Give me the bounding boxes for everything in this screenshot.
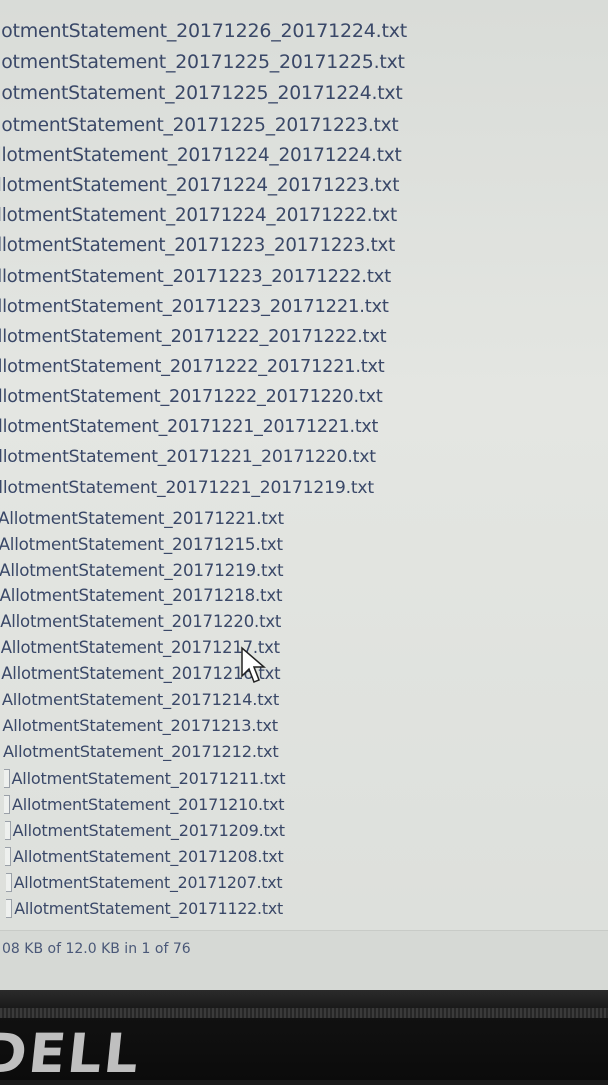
file-list-item[interactable]: llotmentStatement_20171224_20171223.txt [0,173,399,197]
file-name: llotmentStatement_20171222_20171222.txt [0,326,387,348]
status-text: 08 KB of 12.0 KB in 1 of 76 [2,941,191,957]
file-icon [4,794,11,814]
file-name: AllotmentStatement_20171207.txt [13,872,283,892]
file-list-item[interactable]: lotmentStatement_20171226_20171224.txt [0,18,407,43]
file-icon [5,872,12,892]
file-list-item[interactable]: llotmentStatement_20171223_20171223.txt [0,234,395,258]
file-list-item[interactable]: llotmentStatement_20171222_20171221.txt [0,355,385,379]
file-list-item[interactable]: AllotmentStatement_20171221.txt [0,506,284,529]
file-name: llotmentStatement_20171224_20171224.txt [0,144,402,166]
file-list-item[interactable]: lotmentStatement_20171225_20171223.txt [0,113,399,138]
file-name: AllotmentStatement_20171208.txt [13,846,284,866]
file-name: lotmentStatement_20171226_20171224.txt [0,19,408,42]
file-name: AllotmentStatement_20171210.txt [12,794,285,814]
file-list-item[interactable]: AllotmentStatement_20171209.txt [4,819,285,841]
file-list-item[interactable]: llotmentStatement_20171222_20171222.txt [0,325,387,349]
file-list-item[interactable]: AllotmentStatement_20171122.txt [6,898,283,920]
screen: lotmentStatement_20171226_20171224.txtlo… [0,0,608,995]
file-list-item[interactable]: llotmentStatement_20171221_20171219.txt [0,476,374,499]
file-name: AllotmentStatement_20171209.txt [12,820,285,840]
file-name: AllotmentStatement_20171220.txt [0,612,282,632]
file-list-item[interactable]: llotmentStatement_20171221_20171221.txt [0,416,378,439]
file-name: llotmentStatement_20171224_20171223.txt [0,174,400,196]
file-name: AllotmentStatement_20171217.txt [0,638,280,657]
file-name: AllotmentStatement_20171214.txt [1,690,280,710]
monitor-bezel: DELL [0,990,608,1085]
file-name: llotmentStatement_20171222_20171221.txt [0,356,385,377]
file-name: AllotmentStatement_20171216.txt [1,664,281,684]
file-name: AllotmentStatement_20171212.txt [2,742,279,762]
file-name: llotmentStatement_20171221_20171221.txt [0,417,379,437]
file-name: lotmentStatement_20171225_20171225.txt [0,51,405,73]
file-list-item[interactable]: AllotmentStatement_20171207.txt [5,871,283,893]
file-name: AllotmentStatement_20171211.txt [11,768,286,788]
file-list-item[interactable]: AllotmentStatement_20171210.txt [4,793,285,815]
file-name: AllotmentStatement_20171122.txt [14,899,283,918]
file-list-item[interactable]: lotmentStatement_20171225_20171225.txt [0,50,405,75]
file-name: llotmentStatement_20171223_20171221.txt [0,295,389,317]
file-name: lotmentStatement_20171225_20171224.txt [0,83,403,104]
file-list-item[interactable]: AllotmentStatement_20171218.txt [0,584,282,607]
file-name: AllotmentStatement_20171213.txt [2,716,278,736]
file-list: lotmentStatement_20171226_20171224.txtlo… [0,0,608,930]
file-list-item[interactable]: AllotmentStatement_20171217.txt [1,637,280,659]
bezel-strip [0,1008,608,1018]
file-list-item[interactable]: AllotmentStatement_20171213.txt [2,715,278,737]
file-name: llotmentStatement_20171223_20171222.txt [0,265,391,287]
status-bar: 08 KB of 12.0 KB in 1 of 76 [0,930,608,991]
file-name: AllotmentStatement_20171218.txt [0,586,283,606]
file-name: AllotmentStatement_20171221.txt [0,507,284,528]
file-list-item[interactable]: llotmentStatement_20171223_20171222.txt [0,264,391,288]
file-list-item[interactable]: AllotmentStatement_20171211.txt [3,767,286,789]
file-icon [6,899,13,918]
file-list-item[interactable]: AllotmentStatement_20171208.txt [5,845,284,867]
file-name: llotmentStatement_20171224_20171222.txt [0,204,397,226]
file-icon [3,768,10,788]
monitor-brand-logo: DELL [0,1022,144,1085]
file-name: lotmentStatement_20171225_20171223.txt [0,114,399,136]
file-name: AllotmentStatement_20171215.txt [0,533,283,554]
file-name: llotmentStatement_20171221_20171219.txt [0,477,374,498]
file-icon [5,846,12,866]
file-list-item[interactable]: AllotmentStatement_20171215.txt [0,532,283,555]
file-name: llotmentStatement_20171221_20171220.txt [0,447,376,468]
file-icon [4,820,11,840]
file-list-item[interactable]: AllotmentStatement_20171212.txt [3,741,279,763]
file-name: llotmentStatement_20171222_20171220.txt [0,387,383,408]
file-list-item[interactable]: AllotmentStatement_20171214.txt [2,689,279,711]
file-list-item[interactable]: llotmentStatement_20171221_20171220.txt [0,446,376,469]
file-list-item[interactable]: llotmentStatement_20171223_20171221.txt [0,294,389,318]
file-list-item[interactable]: AllotmentStatement_20171216.txt [1,663,280,685]
file-list-item[interactable]: llotmentStatement_20171224_20171224.txt [0,143,402,168]
file-list-item[interactable]: AllotmentStatement_20171220.txt [0,610,281,633]
file-list-item[interactable]: AllotmentStatement_20171219.txt [0,558,284,581]
file-list-item[interactable]: llotmentStatement_20171222_20171220.txt [0,385,383,409]
file-list-item[interactable]: llotmentStatement_20171224_20171222.txt [0,203,397,227]
mouse-cursor-icon [241,646,267,683]
file-name: llotmentStatement_20171223_20171223.txt [0,235,396,257]
file-list-item[interactable]: lotmentStatement_20171225_20171224.txt [0,81,403,106]
file-name: AllotmentStatement_20171219.txt [0,559,284,580]
